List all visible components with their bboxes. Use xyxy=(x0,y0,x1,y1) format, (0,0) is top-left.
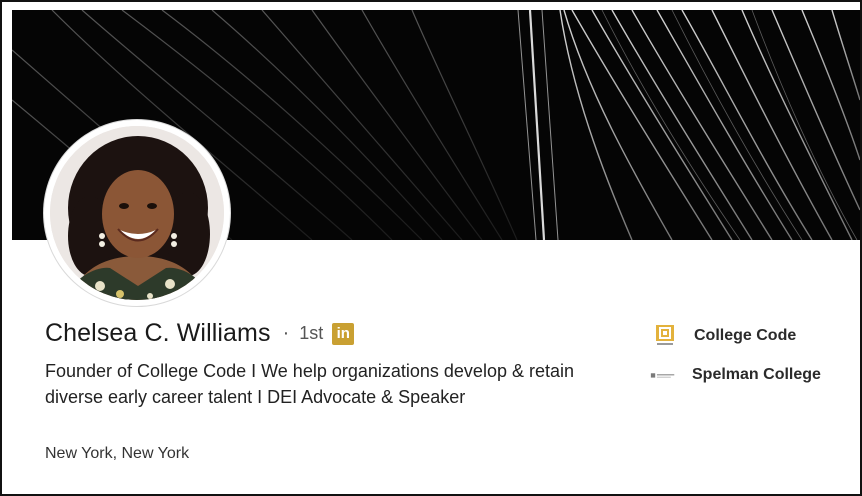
name-row: Chelsea C. Williams · 1st in xyxy=(45,319,355,348)
avatar xyxy=(50,126,224,300)
profile-location: New York, New York xyxy=(45,445,190,462)
profile-card: Chelsea C. Williams · 1st in Founder of … xyxy=(0,0,862,496)
affiliation-college-code[interactable]: College Code xyxy=(652,323,796,349)
connection-degree: 1st xyxy=(299,323,324,343)
affiliation-label: Spelman College xyxy=(692,366,821,383)
spelman-college-logo-icon xyxy=(650,362,676,388)
affiliation-spelman-college[interactable]: Spelman College xyxy=(650,362,821,388)
profile-name[interactable]: Chelsea C. Williams xyxy=(45,319,271,348)
affiliation-label: College Code xyxy=(694,327,797,344)
person-portrait-icon xyxy=(50,126,224,300)
college-code-logo-icon xyxy=(652,323,678,349)
linkedin-premium-icon: in xyxy=(332,322,355,345)
profile-photo[interactable] xyxy=(44,120,230,306)
separator-dot: · xyxy=(282,322,290,344)
profile-headline: Founder of College Code I We help organi… xyxy=(45,361,574,407)
